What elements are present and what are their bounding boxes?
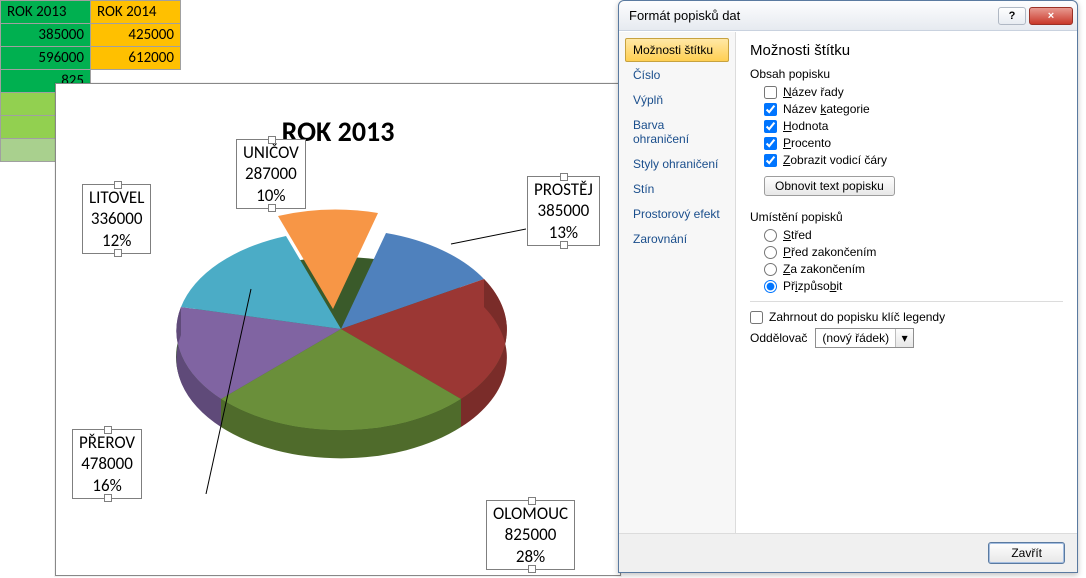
check-value[interactable] bbox=[764, 120, 777, 133]
separator-value: (nový řádek) bbox=[822, 331, 889, 345]
check-legend-key-label: Zahrnout do popisku klíč legendy bbox=[769, 310, 945, 324]
radio-best-fit[interactable] bbox=[764, 280, 777, 293]
reset-label-text-button[interactable]: Obnovit text popisku bbox=[764, 176, 895, 196]
nav-label-options[interactable]: Možnosti štítku bbox=[625, 38, 729, 62]
cell[interactable]: 596000 bbox=[1, 47, 91, 70]
check-legend-key[interactable] bbox=[750, 311, 763, 324]
check-leader-lines-label: Zobrazit vodicí čáry bbox=[783, 153, 887, 167]
separator-select[interactable]: (nový řádek) ▾ bbox=[815, 328, 914, 348]
nav-fill[interactable]: Výplň bbox=[625, 88, 729, 112]
cell[interactable]: 425000 bbox=[91, 24, 181, 47]
close-dialog-button[interactable]: Zavřít bbox=[988, 542, 1065, 564]
nav-border-styles[interactable]: Styly ohraničení bbox=[625, 152, 729, 176]
radio-center[interactable] bbox=[764, 229, 777, 242]
cell[interactable]: 385000 bbox=[1, 24, 91, 47]
dialog-footer: Zavřít bbox=[619, 533, 1077, 572]
panel-title: Možnosti štítku bbox=[750, 42, 1063, 59]
check-category-name-label: Název kategorie bbox=[783, 102, 870, 116]
check-percent-label: Procento bbox=[783, 136, 831, 150]
dialog-content: Možnosti štítku Obsah popisku Název řady… bbox=[736, 32, 1077, 533]
cell[interactable]: 612000 bbox=[91, 47, 181, 70]
nav-shadow[interactable]: Stín bbox=[625, 177, 729, 201]
radio-inside-end[interactable] bbox=[764, 246, 777, 259]
chevron-down-icon: ▾ bbox=[895, 329, 913, 347]
help-button[interactable]: ? bbox=[998, 7, 1026, 25]
header-cell[interactable]: ROK 2013 bbox=[1, 1, 91, 24]
pie-chart[interactable] bbox=[156, 179, 526, 494]
chart-title[interactable]: ROK 2013 bbox=[56, 114, 620, 149]
radio-inside-end-label: Před zakončením bbox=[783, 245, 876, 259]
data-label-prostejov[interactable]: PROSTĚJ 385000 13% bbox=[527, 176, 600, 246]
check-series-name-label: Název řady bbox=[783, 85, 844, 99]
data-label-unicov[interactable]: UNIČOV 287000 10% bbox=[236, 139, 306, 209]
check-leader-lines[interactable] bbox=[764, 154, 777, 167]
help-icon: ? bbox=[1009, 10, 1016, 22]
group-label-position: Umístění popisků bbox=[750, 210, 1063, 224]
radio-outside-end[interactable] bbox=[764, 263, 777, 276]
data-label-prerov[interactable]: PŘEROV 478000 16% bbox=[72, 429, 142, 499]
dialog-title: Formát popisků dat bbox=[629, 8, 995, 23]
check-percent[interactable] bbox=[764, 137, 777, 150]
data-label-olomouc[interactable]: OLOMOUC 825000 28% bbox=[486, 500, 575, 570]
header-cell[interactable]: ROK 2014 bbox=[91, 1, 181, 24]
close-icon: × bbox=[1048, 10, 1054, 22]
nav-number[interactable]: Číslo bbox=[625, 63, 729, 87]
radio-best-fit-label: Přizpůsobit bbox=[783, 279, 842, 293]
check-series-name[interactable] bbox=[764, 86, 777, 99]
radio-outside-end-label: Za zakončením bbox=[783, 262, 865, 276]
separator-label: Oddělovač bbox=[750, 331, 807, 345]
close-button[interactable]: × bbox=[1029, 7, 1073, 25]
group-label-contents: Obsah popisku bbox=[750, 67, 1063, 81]
chart-container[interactable]: ROK 2013 bbox=[55, 83, 621, 576]
check-category-name[interactable] bbox=[764, 103, 777, 116]
check-value-label: Hodnota bbox=[783, 119, 828, 133]
radio-center-label: Střed bbox=[783, 228, 812, 242]
nav-3d-format[interactable]: Prostorový efekt bbox=[625, 202, 729, 226]
dialog-titlebar[interactable]: Formát popisků dat ? × bbox=[619, 1, 1077, 31]
nav-border-color[interactable]: Barva ohraničení bbox=[625, 113, 729, 151]
dialog-nav: Možnosti štítku Číslo Výplň Barva ohrani… bbox=[619, 32, 736, 533]
format-data-labels-dialog: Formát popisků dat ? × Možnosti štítku Č… bbox=[618, 0, 1078, 573]
nav-alignment[interactable]: Zarovnání bbox=[625, 227, 729, 251]
data-label-litovel[interactable]: LITOVEL 336000 12% bbox=[82, 184, 151, 254]
